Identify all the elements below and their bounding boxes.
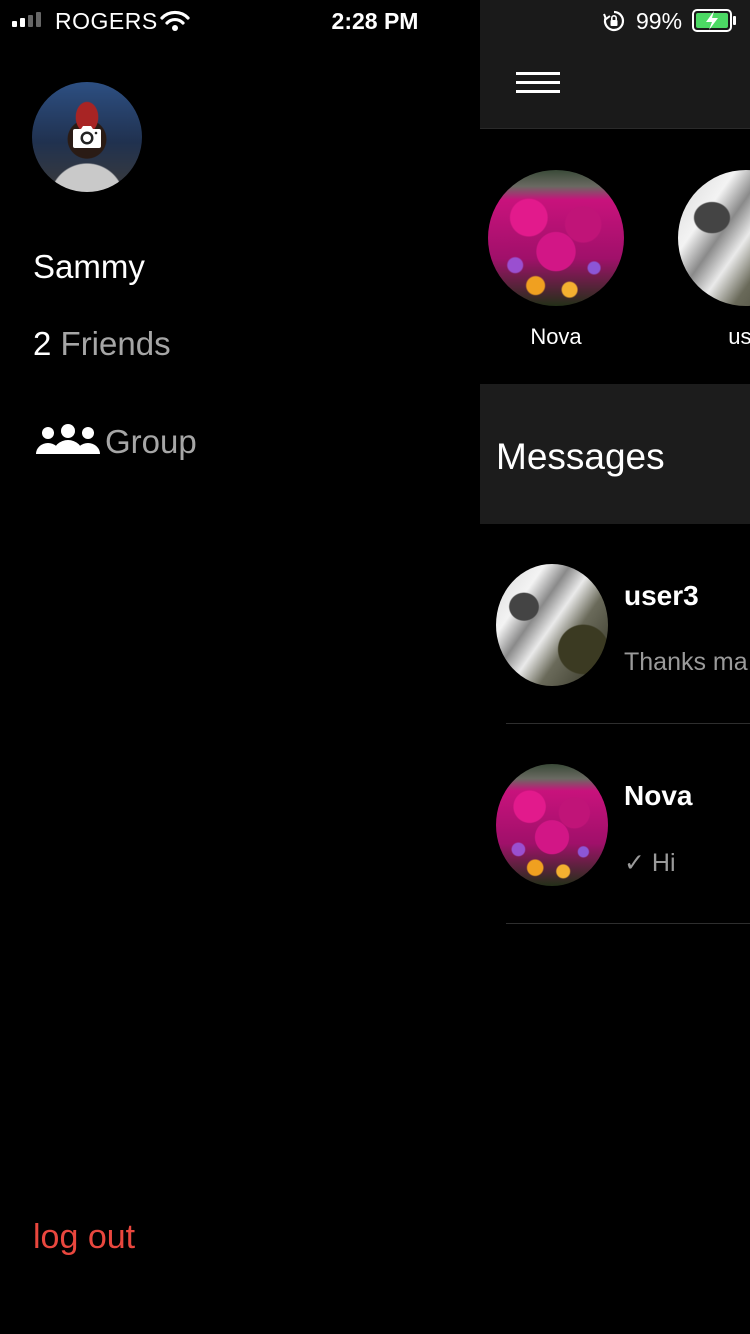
story-label: use — [728, 324, 750, 349]
group-link[interactable]: Group — [35, 423, 197, 461]
divider — [506, 923, 750, 924]
camera-icon[interactable] — [72, 123, 102, 154]
story-avatar — [678, 170, 750, 306]
main-panel: Nova use Messages user3 Thanks ma Nova ✓… — [480, 0, 750, 1334]
group-icon — [35, 423, 101, 461]
profile-avatar[interactable] — [32, 82, 142, 192]
group-label: Group — [105, 423, 197, 460]
conversation-name: user3 — [624, 580, 699, 611]
story-label: Nova — [530, 324, 582, 349]
avatar — [496, 764, 608, 886]
conversation-preview: ✓ Hi — [624, 849, 676, 877]
friends-carousel: Nova use — [480, 130, 750, 384]
conversation-preview: Thanks ma — [624, 648, 748, 676]
story-item[interactable]: Nova — [488, 170, 624, 350]
hamburger-icon[interactable] — [516, 72, 560, 94]
story-item[interactable]: use — [678, 170, 750, 350]
orientation-lock-icon — [602, 10, 626, 37]
friends-label: Friends — [60, 325, 171, 362]
battery-charging-icon — [692, 9, 738, 38]
friends-link[interactable]: 2 Friends — [33, 325, 171, 363]
conversation-row[interactable]: user3 Thanks ma — [480, 524, 750, 724]
avatar — [496, 564, 608, 686]
conversation-name: Nova — [624, 780, 693, 811]
status-bar: ROGERS 2:28 PM 99% — [0, 0, 750, 40]
messages-header: Messages — [480, 384, 750, 524]
logout-button[interactable]: log out — [33, 1218, 135, 1257]
side-drawer: Sammy 2 Friends Group log out — [0, 0, 480, 1334]
profile-name: Sammy — [33, 248, 145, 285]
conversation-row[interactable]: Nova ✓ Hi — [480, 724, 750, 924]
messages-title: Messages — [496, 436, 665, 477]
friends-count: 2 — [33, 325, 52, 362]
story-avatar — [488, 170, 624, 306]
battery-percent: 99% — [636, 8, 683, 34]
